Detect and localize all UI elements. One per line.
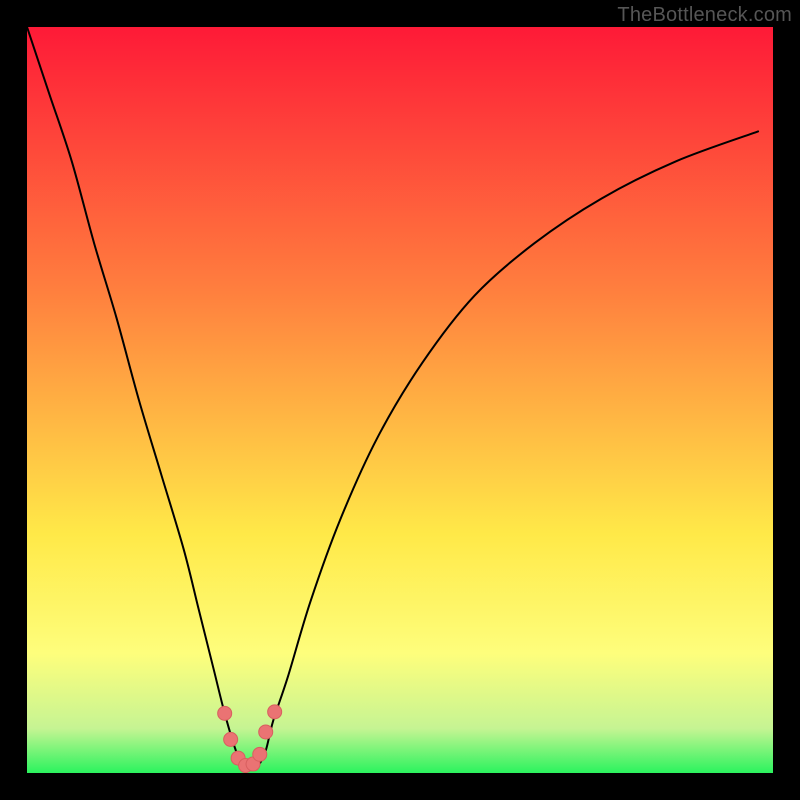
chart-svg — [27, 27, 773, 773]
watermark-text: TheBottleneck.com — [617, 4, 792, 27]
marker-dot — [218, 706, 232, 720]
marker-dot — [253, 747, 267, 761]
plot-area — [27, 27, 773, 773]
marker-dot — [259, 725, 273, 739]
marker-dot — [224, 732, 238, 746]
chart-frame: TheBottleneck.com — [0, 0, 800, 800]
marker-dot — [268, 705, 282, 719]
